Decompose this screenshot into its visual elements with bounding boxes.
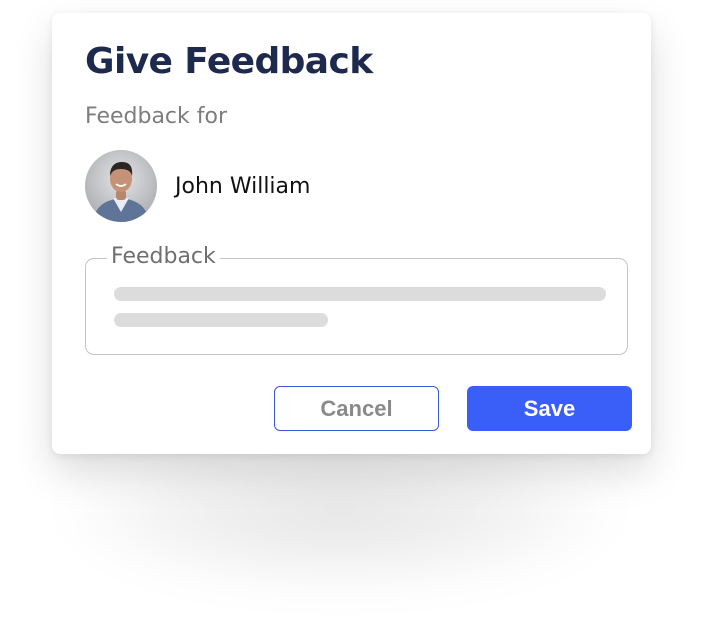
recipient-name: John William [175, 173, 311, 199]
feedback-field-label: Feedback [107, 244, 220, 270]
feedback-text-placeholder-line [114, 313, 328, 327]
dialog-title: Give Feedback [85, 41, 373, 82]
feedback-field[interactable]: Feedback [85, 244, 628, 355]
recipient: John William [85, 150, 310, 222]
stage: Give Feedback Feedback for John William … [0, 0, 701, 629]
avatar [85, 150, 157, 222]
dialog-subtitle: Feedback for [85, 104, 228, 129]
feedback-text-placeholder-line [114, 287, 606, 301]
drop-shadow [70, 430, 610, 590]
cancel-button[interactable]: Cancel [274, 386, 439, 431]
feedback-dialog: Give Feedback Feedback for John William … [52, 13, 651, 454]
user-photo-avatar-icon [85, 150, 157, 222]
save-button[interactable]: Save [467, 386, 632, 431]
